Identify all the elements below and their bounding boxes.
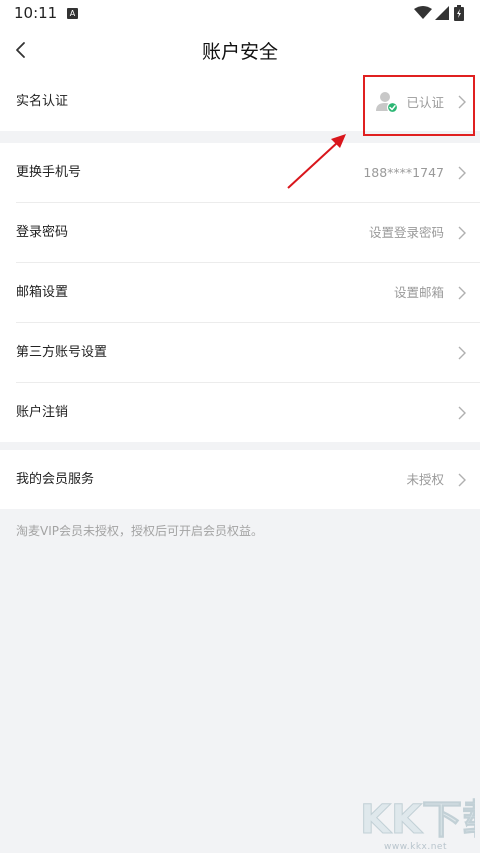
row-third-party-accounts[interactable]: 第三方账号设置 bbox=[16, 323, 480, 383]
row-label: 邮箱设置 bbox=[16, 285, 69, 300]
row-label: 我的会员服务 bbox=[16, 472, 95, 487]
section-account-settings: 更换手机号 188****1747 登录密码 设置登录密码 邮箱设置 设置邮箱 … bbox=[0, 143, 480, 442]
row-label: 账户注销 bbox=[16, 405, 69, 420]
watermark-text: KK下载 bbox=[360, 797, 475, 841]
signal-icon bbox=[435, 6, 449, 20]
membership-footnote: 淘麦VIP会员未授权，授权后可开启会员权益。 bbox=[16, 524, 263, 538]
row-value: 188****1747 bbox=[363, 165, 444, 180]
row-email-settings[interactable]: 邮箱设置 设置邮箱 bbox=[16, 263, 480, 323]
header-bar: 账户安全 bbox=[0, 28, 480, 72]
chevron-right-icon bbox=[458, 226, 466, 240]
status-time: 10:11 bbox=[14, 4, 58, 22]
row-label: 实名认证 bbox=[16, 94, 69, 109]
watermark-logo: KK下载 bbox=[360, 797, 475, 842]
wifi-icon bbox=[414, 6, 432, 19]
status-bar: 10:11 A bbox=[0, 0, 480, 28]
chevron-right-icon bbox=[458, 286, 466, 300]
annotation-arrow bbox=[287, 134, 346, 189]
row-account-deletion[interactable]: 账户注销 bbox=[16, 383, 480, 442]
chevron-right-icon bbox=[458, 473, 466, 487]
notification-icon: A bbox=[67, 8, 78, 19]
row-value: 设置登录密码 bbox=[368, 225, 444, 240]
page-title: 账户安全 bbox=[201, 41, 278, 63]
row-label: 第三方账号设置 bbox=[16, 345, 108, 360]
chevron-right-icon bbox=[458, 406, 466, 420]
chevron-right-icon bbox=[458, 166, 466, 180]
row-member-services[interactable]: 我的会员服务 未授权 bbox=[16, 450, 480, 509]
row-value: 设置邮箱 bbox=[393, 285, 444, 300]
row-label: 更换手机号 bbox=[16, 165, 82, 180]
battery-icon bbox=[454, 5, 464, 21]
chevron-right-icon bbox=[458, 346, 466, 360]
section-membership: 我的会员服务 未授权 bbox=[0, 450, 480, 509]
row-login-password[interactable]: 登录密码 设置登录密码 bbox=[16, 203, 480, 263]
watermark-url: www.kkx.net bbox=[384, 842, 447, 852]
row-change-phone[interactable]: 更换手机号 188****1747 bbox=[16, 143, 480, 203]
annotation-highlight-box bbox=[363, 75, 475, 136]
row-value: 未授权 bbox=[406, 472, 444, 487]
row-label: 登录密码 bbox=[16, 225, 69, 240]
